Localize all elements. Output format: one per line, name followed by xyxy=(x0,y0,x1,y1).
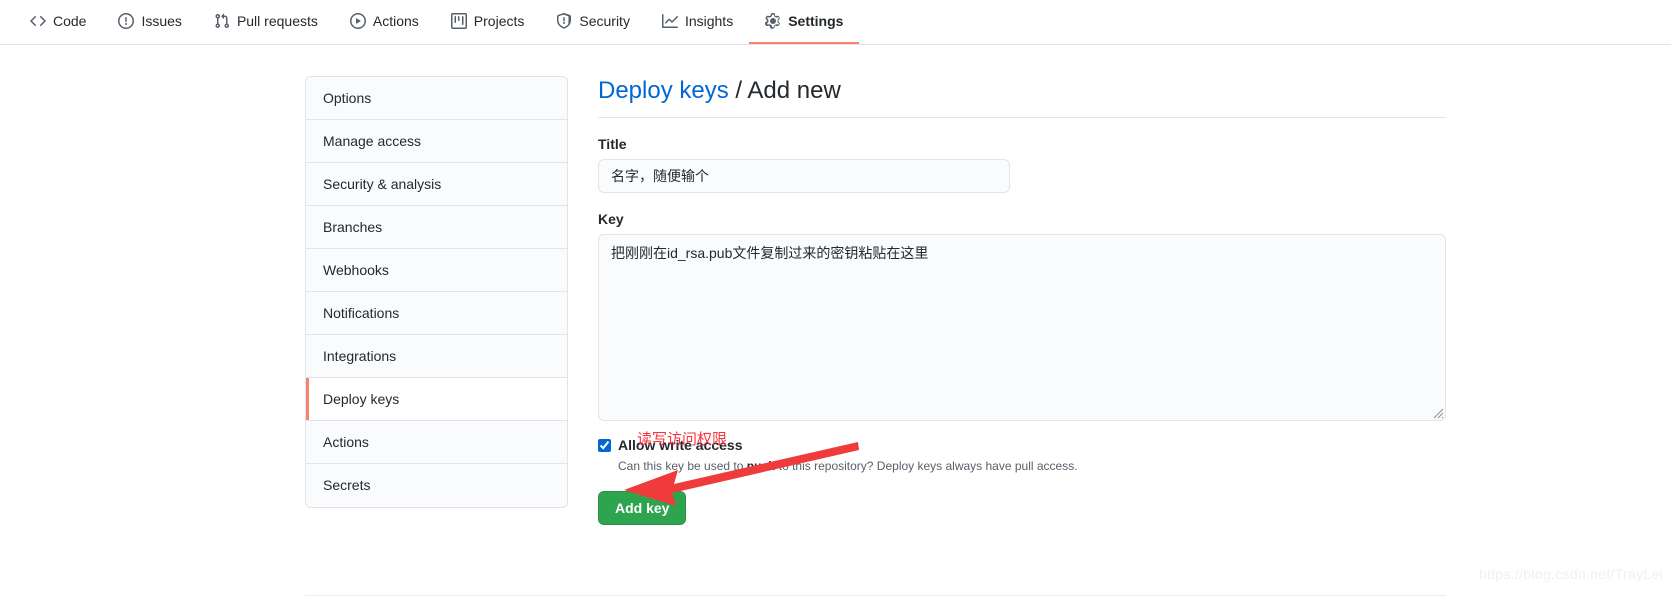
key-area xyxy=(598,234,1446,421)
nav-tab-label: Settings xyxy=(788,13,844,29)
sidebar-item-label: Deploy keys xyxy=(323,391,400,407)
nav-tab-security[interactable]: Security xyxy=(540,0,646,44)
sidebar-item-webhooks[interactable]: Webhooks xyxy=(306,249,567,292)
help-text-bold: push xyxy=(746,459,776,473)
git-pull-request-icon xyxy=(214,13,230,29)
key-textarea[interactable] xyxy=(598,234,1446,421)
sidebar-item-label: Actions xyxy=(323,434,369,450)
title-separator: / xyxy=(728,77,748,104)
nav-tab-label: Code xyxy=(53,13,87,29)
nav-tab-label: Issues xyxy=(141,13,182,29)
nav-tab-code[interactable]: Code xyxy=(14,0,102,44)
repo-nav: Code Issues Pull requests Actions Projec xyxy=(0,0,1671,45)
sidebar-item-label: Manage access xyxy=(323,133,422,149)
sidebar-item-branches[interactable]: Branches xyxy=(306,206,567,249)
help-text-after: to this repository? Deploy keys always h… xyxy=(775,459,1078,473)
sidebar-item-secrets[interactable]: Secrets xyxy=(306,464,567,507)
settings-sidebar: Options Manage access Security & analysi… xyxy=(305,76,568,508)
sidebar-item-label: Secrets xyxy=(323,477,371,493)
nav-tab-label: Insights xyxy=(684,13,734,29)
nav-tab-actions[interactable]: Actions xyxy=(334,0,435,44)
page-title: Deploy keys / Add new xyxy=(598,76,1446,118)
nav-tab-settings[interactable]: Settings xyxy=(749,0,860,44)
project-board-icon xyxy=(450,13,467,29)
sidebar-item-label: Branches xyxy=(323,219,383,235)
allow-write-access-checkbox[interactable] xyxy=(598,439,611,452)
nav-tab-label: Pull requests xyxy=(236,13,318,29)
play-icon xyxy=(349,13,366,29)
allow-write-access-label[interactable]: Allow write access xyxy=(618,437,743,454)
nav-tab-issues[interactable]: Issues xyxy=(102,0,197,44)
key-field-label: Key xyxy=(598,211,624,227)
sidebar-item-label: Options xyxy=(323,90,372,106)
allow-write-access-row[interactable]: Allow write access xyxy=(598,437,1446,454)
sidebar-item-label: Security & analysis xyxy=(323,176,442,192)
issue-opened-icon xyxy=(118,13,135,29)
sidebar-item-options[interactable]: Options xyxy=(306,77,567,120)
nav-tab-label: Security xyxy=(579,13,630,29)
sidebar-item-actions[interactable]: Actions xyxy=(306,421,567,464)
code-icon xyxy=(30,13,46,29)
sidebar-item-label: Integrations xyxy=(323,348,397,364)
deploy-keys-link[interactable]: Deploy keys xyxy=(598,77,729,104)
sidebar-item-notifications[interactable]: Notifications xyxy=(306,292,567,335)
nav-tab-projects[interactable]: Projects xyxy=(435,0,541,44)
title-input[interactable] xyxy=(598,159,1010,193)
sidebar-item-integrations[interactable]: Integrations xyxy=(306,335,567,378)
nav-tab-insights[interactable]: Insights xyxy=(646,0,749,44)
title-field-label: Title xyxy=(598,136,627,152)
add-key-button[interactable]: Add key xyxy=(598,491,687,525)
sidebar-item-manage-access[interactable]: Manage access xyxy=(306,120,567,163)
page-content: Options Manage access Security & analysi… xyxy=(0,45,1671,596)
allow-write-access-help: Can this key be used to push to this rep… xyxy=(618,457,1446,475)
sidebar-item-label: Notifications xyxy=(323,305,400,321)
shield-icon xyxy=(556,13,572,29)
sidebar-item-security-and-analysis[interactable]: Security & analysis xyxy=(306,163,567,206)
sidebar-item-deploy-keys[interactable]: Deploy keys xyxy=(306,378,567,421)
help-text-before: Can this key be used to xyxy=(618,459,747,473)
nav-tab-label: Actions xyxy=(372,13,419,29)
sidebar-item-label: Webhooks xyxy=(323,262,389,278)
nav-tab-label: Projects xyxy=(473,13,525,29)
deploy-key-form: Deploy keys / Add new Title Key Allow wr… xyxy=(598,76,1446,525)
page-root: Code Issues Pull requests Actions Projec xyxy=(0,0,1671,596)
nav-tab-pull-requests[interactable]: Pull requests xyxy=(198,0,334,44)
gear-icon xyxy=(765,13,781,29)
title-current: Add new xyxy=(747,77,841,104)
graph-icon xyxy=(661,13,678,29)
